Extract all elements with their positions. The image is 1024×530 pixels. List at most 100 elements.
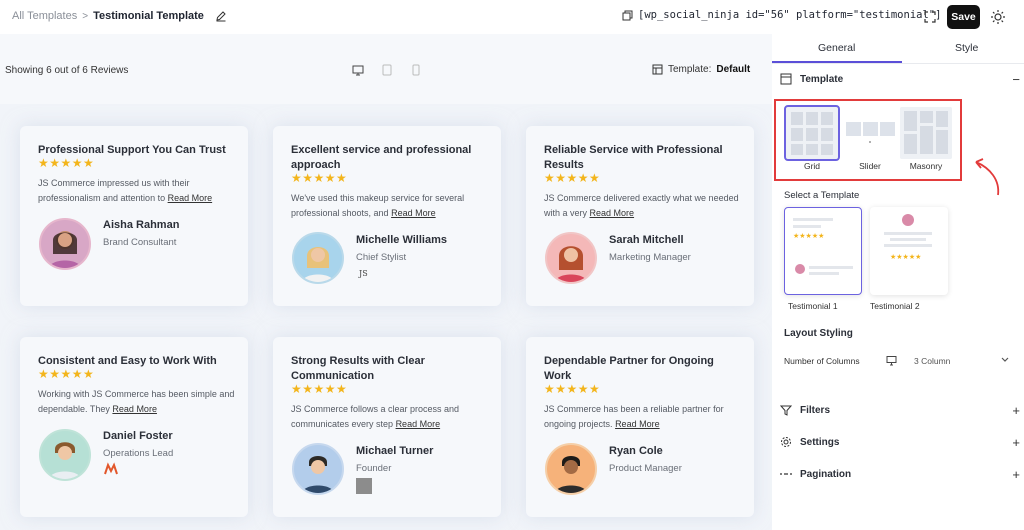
review-title: Reliable Service with Professional Resul… <box>544 144 723 171</box>
sun-icon[interactable] <box>990 9 1006 25</box>
template-section-header[interactable]: Template − <box>780 70 1020 88</box>
settings-section-header[interactable]: Settings + <box>780 433 1020 451</box>
tab-style[interactable]: Style <box>955 42 978 54</box>
read-more-link[interactable]: Read More <box>615 419 660 429</box>
review-card: Excellent service and professional appro… <box>273 126 501 306</box>
expand-icon[interactable] <box>922 9 938 25</box>
pagination-section-header[interactable]: Pagination + <box>780 465 1020 483</box>
template-option-1[interactable]: ★★★★★ <box>784 207 862 295</box>
chevron-down-icon[interactable] <box>1000 354 1010 364</box>
annotation-arrow <box>975 158 1000 196</box>
shortcode-text: [wp_social_ninja id="56" platform="testi… <box>638 9 942 21</box>
review-card: Professional Support You Can Trust ★★★★★… <box>20 126 248 306</box>
columns-select[interactable]: 3 Column <box>914 356 950 366</box>
svg-text:★★★★★: ★★★★★ <box>890 253 921 261</box>
read-more-link[interactable]: Read More <box>391 208 436 218</box>
expand-icon[interactable]: + <box>1012 403 1020 418</box>
expand-icon[interactable]: + <box>1012 467 1020 482</box>
review-body: We've used this makeup service for sever… <box>291 193 465 218</box>
template-selector-label: Template: <box>668 64 712 75</box>
panel-tabs: General Style <box>772 34 1024 64</box>
preview-canvas: Showing 6 out of 6 Reviews Template: Def… <box>0 34 772 530</box>
reviewer-name: Daniel Foster <box>103 430 173 442</box>
avatar <box>39 218 91 270</box>
template-icon <box>652 64 663 75</box>
preview-toolbar: Showing 6 out of 6 Reviews Template: Def… <box>0 34 772 104</box>
template-name: Testimonial 1 <box>788 301 838 311</box>
shortcode[interactable]: [wp_social_ninja id="56" platform="testi… <box>622 9 941 21</box>
monitor-icon[interactable] <box>886 355 897 366</box>
read-more-link[interactable]: Read More <box>590 208 635 218</box>
breadcrumb-separator: > <box>82 10 89 22</box>
grid-thumbnail <box>784 105 840 161</box>
review-title: Strong Results with Clear Communication <box>291 355 425 382</box>
copy-icon[interactable] <box>622 10 633 21</box>
reviewer-name: Michael Turner <box>356 445 434 457</box>
top-bar: All Templates > Testimonial Template [wp… <box>0 0 1024 34</box>
review-card: Consistent and Easy to Work With ★★★★★ W… <box>20 337 248 517</box>
breadcrumb-all-templates[interactable]: All Templates <box>12 10 77 22</box>
company-logo <box>104 462 118 475</box>
read-more-link[interactable]: Read More <box>168 193 213 203</box>
layout-picker: Grid Slider Masonry <box>774 99 962 181</box>
read-more-link[interactable]: Read More <box>396 419 441 429</box>
company-logo: JS <box>358 269 368 278</box>
section-title: Template <box>800 73 844 85</box>
template-option-2[interactable]: ★★★★★ <box>870 207 948 295</box>
masonry-thumbnail <box>900 107 952 159</box>
section-title: Filters <box>800 404 831 416</box>
gear-icon <box>781 437 791 447</box>
svg-text:JS: JS <box>358 269 368 278</box>
template-name: Testimonial 2 <box>870 301 920 311</box>
template-selector-value: Default <box>716 64 751 75</box>
reviewer-role: Founder <box>356 463 392 474</box>
rating-stars: ★★★★★ <box>544 171 601 185</box>
active-tab-indicator <box>772 61 902 63</box>
review-body: Working with JS Commerce has been simple… <box>38 389 235 414</box>
review-body: JS Commerce impressed us with their prof… <box>38 178 213 203</box>
reviewer-role: Brand Consultant <box>103 237 177 248</box>
template-selector[interactable]: Template: Default <box>652 64 750 75</box>
avatar <box>545 443 597 495</box>
filters-section-header[interactable]: Filters + <box>780 401 1020 419</box>
collapse-icon[interactable]: − <box>1012 72 1020 87</box>
review-card: Strong Results with Clear Communication … <box>273 337 501 517</box>
review-card: Reliable Service with Professional Resul… <box>526 126 754 306</box>
reviewer-role: Product Manager <box>609 463 682 474</box>
review-card: Dependable Partner for Ongoing Work ★★★★… <box>526 337 754 517</box>
section-title: Pagination <box>800 468 852 480</box>
review-title: Excellent service and professional appro… <box>291 144 472 171</box>
layout-option-grid[interactable]: Grid <box>784 105 840 171</box>
section-title: Settings <box>800 436 840 448</box>
layout-option-masonry[interactable]: Masonry <box>900 107 952 171</box>
review-count: Showing 6 out of 6 Reviews <box>5 65 129 76</box>
rating-stars: ★★★★★ <box>291 171 348 185</box>
reviewer-name: Ryan Cole <box>609 445 663 457</box>
rating-stars: ★★★★★ <box>38 367 95 381</box>
slider-thumbnail <box>844 107 896 159</box>
review-body: JS Commerce follows a clear process and … <box>291 404 460 429</box>
mobile-icon[interactable] <box>410 64 422 76</box>
edit-icon[interactable] <box>215 10 227 22</box>
avatar <box>545 232 597 284</box>
reviewer-name: Michelle Williams <box>356 234 447 246</box>
tab-general[interactable]: General <box>818 42 855 54</box>
reviewer-name: Sarah Mitchell <box>609 234 684 246</box>
rating-stars: ★★★★★ <box>544 382 601 396</box>
company-logo <box>356 478 372 494</box>
settings-panel: General Style Template − Grid Slider Mas… <box>772 34 1024 530</box>
layout-styling-title: Layout Styling <box>784 328 853 339</box>
layout-label: Masonry <box>909 161 943 171</box>
layout-option-slider[interactable]: Slider <box>844 107 896 171</box>
reviewer-role: Marketing Manager <box>609 252 691 263</box>
svg-text:★★★★★: ★★★★★ <box>793 232 824 240</box>
expand-icon[interactable]: + <box>1012 435 1020 450</box>
columns-label: Number of Columns <box>784 356 860 366</box>
save-button[interactable]: Save <box>947 5 980 29</box>
device-switcher <box>352 64 422 76</box>
desktop-icon[interactable] <box>352 64 364 76</box>
read-more-link[interactable]: Read More <box>112 404 157 414</box>
tablet-icon[interactable] <box>381 64 393 76</box>
rating-stars: ★★★★★ <box>38 156 95 170</box>
avatar <box>292 232 344 284</box>
